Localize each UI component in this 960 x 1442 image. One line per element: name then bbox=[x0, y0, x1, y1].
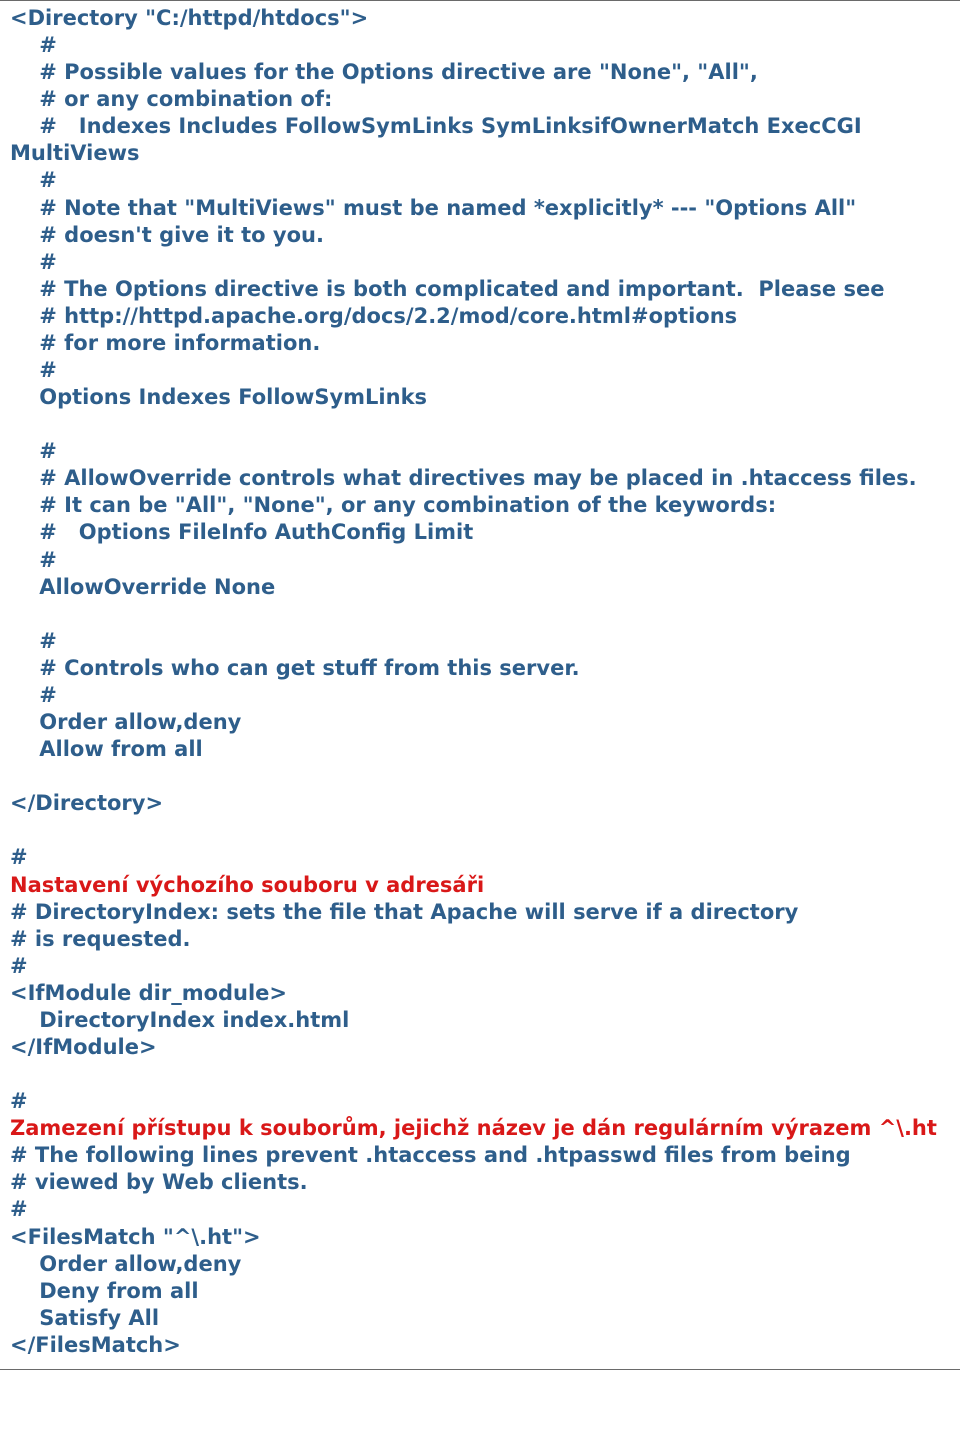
code-line: AllowOverride None bbox=[10, 575, 275, 599]
code-line: # bbox=[10, 683, 57, 707]
code-line: </Directory> bbox=[10, 791, 163, 815]
code-line: # bbox=[10, 250, 57, 274]
code-line: # bbox=[10, 548, 57, 572]
code-line: <IfModule dir_module> bbox=[10, 981, 287, 1005]
code-line: # Possible values for the Options direct… bbox=[10, 60, 758, 84]
code-line: # for more information. bbox=[10, 331, 320, 355]
code-line: # is requested. bbox=[10, 927, 191, 951]
code-line: # bbox=[10, 954, 28, 978]
code-line: # The following lines prevent .htaccess … bbox=[10, 1143, 851, 1167]
code-line: Zamezení přístupu k souborům, jejichž ná… bbox=[10, 1116, 937, 1140]
code-line: # Controls who can get stuff from this s… bbox=[10, 656, 580, 680]
code-line: # bbox=[10, 168, 57, 192]
config-text: <Directory "C:/httpd/htdocs"> # # Possib… bbox=[10, 5, 950, 1359]
code-line: Order allow,deny bbox=[10, 1252, 241, 1276]
code-line: # bbox=[10, 33, 57, 57]
code-line: # doesn't give it to you. bbox=[10, 223, 324, 247]
code-line: Satisfy All bbox=[10, 1306, 159, 1330]
code-line: # Note that "MultiViews" must be named *… bbox=[10, 196, 856, 220]
code-line: # bbox=[10, 1197, 28, 1221]
config-code-block: <Directory "C:/httpd/htdocs"> # # Possib… bbox=[0, 0, 960, 1370]
code-line: # The Options directive is both complica… bbox=[10, 277, 884, 301]
code-line: Options Indexes FollowSymLinks bbox=[10, 385, 427, 409]
code-line: # bbox=[10, 629, 57, 653]
code-line: Deny from all bbox=[10, 1279, 199, 1303]
code-line: Order allow,deny bbox=[10, 710, 241, 734]
code-line: # bbox=[10, 845, 28, 869]
code-line: # or any combination of: bbox=[10, 87, 332, 111]
code-line: <FilesMatch "^\.ht"> bbox=[10, 1225, 261, 1249]
code-line: # Options FileInfo AuthConfig Limit bbox=[10, 520, 473, 544]
code-line: # AllowOverride controls what directives… bbox=[10, 466, 917, 490]
code-line: </FilesMatch> bbox=[10, 1333, 181, 1357]
code-line: Allow from all bbox=[10, 737, 203, 761]
code-line: # bbox=[10, 439, 57, 463]
code-line: </IfModule> bbox=[10, 1035, 157, 1059]
code-line: # bbox=[10, 1089, 28, 1113]
code-line: # It can be "All", "None", or any combin… bbox=[10, 493, 776, 517]
code-line: DirectoryIndex index.html bbox=[10, 1008, 349, 1032]
code-line: # http://httpd.apache.org/docs/2.2/mod/c… bbox=[10, 304, 737, 328]
code-line: # Indexes Includes FollowSymLinks SymLin… bbox=[10, 114, 869, 165]
code-line: # DirectoryIndex: sets the file that Apa… bbox=[10, 900, 798, 924]
code-line: Nastavení výchozího souboru v adresáři bbox=[10, 873, 484, 897]
code-line: # viewed by Web clients. bbox=[10, 1170, 308, 1194]
code-line: # bbox=[10, 358, 57, 382]
code-line: <Directory "C:/httpd/htdocs"> bbox=[10, 6, 368, 30]
